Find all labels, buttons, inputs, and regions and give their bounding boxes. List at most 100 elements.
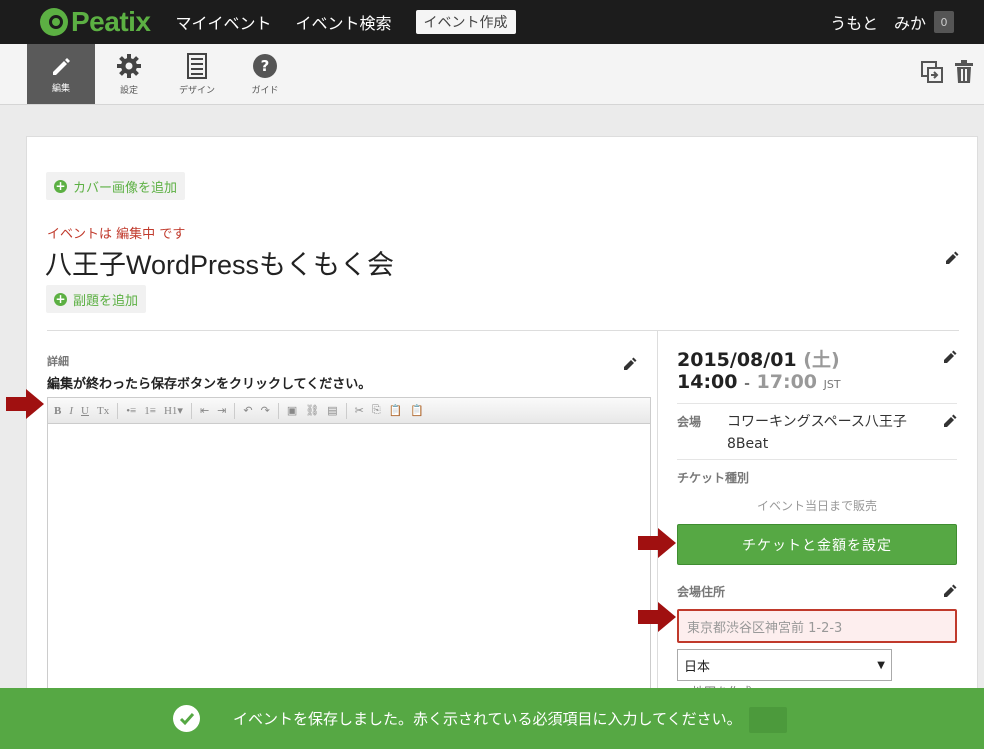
toast-close-button[interactable] [749,707,787,733]
tab-design[interactable]: デザイン [163,44,231,104]
event-edit-card: + カバー画像を追加 イベントは 編集中 です 八王子WordPressもくもく… [26,136,978,749]
venue-label: 会場 [677,415,702,429]
annotation-arrow-icon [638,528,676,558]
table-button[interactable]: ▤ [327,404,337,417]
clear-format-button[interactable]: Tx [97,405,109,417]
svg-text:?: ? [261,57,270,75]
venue-name-line1: コワーキングスペース八王子 [727,414,907,430]
document-icon [187,52,207,79]
tab-edit[interactable]: 編集 [27,44,95,104]
venue-address-input[interactable]: 東京都渋谷区神宮前 1-2-3 [677,609,957,643]
annotation-arrow-icon [6,389,44,419]
tab-guide-label: ガイド [251,85,279,96]
toolbar-separator [234,402,236,419]
plus-icon: + [54,178,67,193]
edit-datetime-pencil-icon[interactable] [943,350,957,364]
event-time: 14:00 - 17:00 JST [677,371,841,393]
separator [677,403,957,404]
add-cover-image-label: カバー画像を追加 [73,180,178,196]
peatix-logo[interactable]: Peatix [40,6,151,38]
tab-edit-label: 編集 [51,83,70,94]
edit-details-pencil-icon[interactable] [623,357,637,371]
set-tickets-button[interactable]: チケットと金額を設定 [677,524,957,565]
nav-my-events[interactable]: マイイベント [176,10,272,34]
paste-text-button[interactable]: 📋 [410,404,424,417]
help-icon: ? [253,53,277,78]
timezone: JST [823,378,841,391]
ticket-sales-note: イベント当日まで販売 [756,499,877,513]
toolbar-separator [345,402,347,419]
separator [677,459,957,460]
venue-address-label: 会場住所 [677,585,726,599]
italic-button[interactable]: I [69,405,73,417]
event-title: 八王子WordPressもくもく会 [45,250,395,280]
create-event-button[interactable]: イベント作成 [415,10,516,34]
day-of-week: (土) [803,349,840,371]
notification-badge[interactable]: 0 [934,11,954,33]
status-value: 編集中 [116,227,156,242]
tab-settings-label: 設定 [119,85,138,96]
add-cover-image-button[interactable]: + カバー画像を追加 [46,172,186,200]
indent-button[interactable]: ⇥ [217,404,226,417]
underline-button[interactable]: U [81,405,89,417]
edit-title-pencil-icon[interactable] [945,251,959,265]
section-divider [47,330,959,331]
edit-address-pencil-icon[interactable] [943,584,957,598]
toolbar-separator [117,402,119,419]
event-date: 2015/08/01 (土) [677,345,840,372]
status-prefix: イベントは [47,227,113,242]
country-select[interactable]: 日本 ▼ [677,649,892,681]
toast-message: イベントを保存しました。赤く示されている必須項目に入力してください。 [233,710,742,728]
details-instruction: 編集が終わったら保存ボタンをクリックしてください。 [47,377,372,392]
edit-venue-pencil-icon[interactable] [943,414,957,428]
copy-event-button[interactable] [920,60,944,88]
bullet-list-button[interactable]: •≡ [126,405,136,417]
editor-format-toolbar: B I U Tx •≡ 1≡ H1▾ ⇤ ⇥ ↶ ↷ ▣ ⛓ ▤ ✂ ⎘ 📋 📋 [48,398,650,424]
venue-name: コワーキングスペース八王子 8Beat [727,411,907,455]
nav-event-search[interactable]: イベント検索 [296,10,392,34]
tab-guide[interactable]: ? ガイド [231,44,299,104]
gear-icon [117,53,141,78]
tab-settings[interactable]: 設定 [95,44,163,104]
paste-button[interactable]: 📋 [389,404,403,417]
tab-design-label: デザイン [178,85,215,96]
delete-event-button[interactable] [954,60,974,88]
outdent-button[interactable]: ⇤ [200,404,209,417]
logo-text: Peatix [71,6,151,37]
time-separator: - [744,376,750,392]
start-time: 14:00 [677,371,738,393]
logo-mark-icon [40,8,68,36]
end-time: 17:00 [756,371,818,393]
top-navbar: Peatix マイイベント イベント検索 イベント作成 うもと みか 0 [0,0,984,44]
bold-button[interactable]: B [54,405,61,417]
copy-icon [921,61,943,83]
editor-toolbar: 編集 設定 デザイン ? ガイド [0,44,984,105]
country-value: 日本 [684,659,711,675]
copy-button[interactable]: ⎘ [372,404,381,417]
user-name-first[interactable]: うもと [830,10,878,34]
date-value: 2015/08/01 [677,349,797,371]
cut-button[interactable]: ✂ [355,404,364,417]
status-suffix: です [159,227,186,242]
image-button[interactable]: ▣ [287,404,297,417]
plus-icon: + [54,291,67,306]
redo-button[interactable]: ↷ [261,404,270,417]
save-notification-toast: イベントを保存しました。赤く示されている必須項目に入力してください。 [0,688,984,749]
ticket-type-label: チケット種別 [677,471,750,485]
user-name-second[interactable]: みか [894,10,926,34]
add-subtitle-label: 副題を追加 [73,293,139,309]
heading-dropdown[interactable]: H1▾ [164,404,183,417]
add-subtitle-button[interactable]: + 副題を追加 [46,285,147,313]
check-icon [173,705,200,732]
undo-button[interactable]: ↶ [243,404,252,417]
toolbar-separator [277,402,279,419]
pencil-icon [53,57,70,75]
chevron-down-icon: ▼ [877,659,885,671]
event-status: イベントは 編集中 です [47,223,185,242]
venue-name-line2: 8Beat [727,436,769,452]
details-label: 詳細 [47,355,69,368]
numbered-list-button[interactable]: 1≡ [144,405,156,417]
trash-icon [955,60,973,83]
link-button[interactable]: ⛓ [305,404,319,417]
annotation-arrow-icon [638,602,676,632]
